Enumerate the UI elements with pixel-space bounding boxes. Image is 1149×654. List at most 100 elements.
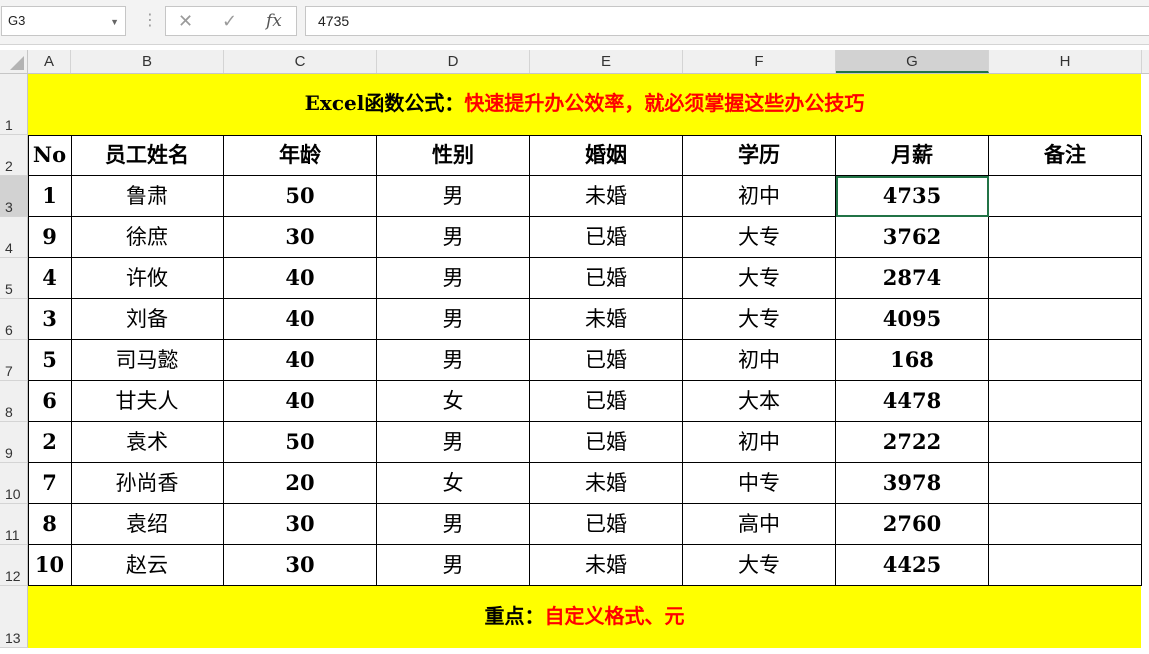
cell-name[interactable]: 鲁肃 [71,176,224,217]
select-all-button[interactable] [0,50,28,73]
cell-salary[interactable]: 2874 [836,258,989,299]
cell-remark[interactable] [989,299,1142,340]
cell-remark[interactable] [989,176,1142,217]
column-header-f[interactable]: F [683,50,836,73]
cell-marital[interactable]: 已婚 [530,340,683,381]
name-box[interactable]: G3 ▼ [1,6,126,36]
cell-no[interactable]: 6 [28,381,72,422]
cell-no[interactable]: 5 [28,340,72,381]
cell-education[interactable]: 中专 [683,463,836,504]
enter-icon[interactable]: ✓ [222,11,237,31]
cell-salary[interactable]: 4095 [836,299,989,340]
cell-education[interactable]: 大专 [683,545,836,586]
cell-remark[interactable] [989,504,1142,545]
cell-education[interactable]: 大专 [683,299,836,340]
formula-input[interactable]: 4735 [305,6,1149,36]
header-education[interactable]: 学历 [683,135,836,176]
column-header-a[interactable]: A [28,50,71,73]
cell-age[interactable]: 30 [224,217,377,258]
cell-name[interactable]: 许攸 [71,258,224,299]
cell-name[interactable]: 司马懿 [71,340,224,381]
cell-no[interactable]: 10 [28,545,72,586]
row-header-5[interactable]: 5 [0,258,28,299]
header-salary[interactable]: 月薪 [836,135,989,176]
column-header-b[interactable]: B [71,50,224,73]
cell-age[interactable]: 40 [224,258,377,299]
cell-age[interactable]: 40 [224,381,377,422]
cell-name[interactable]: 甘夫人 [71,381,224,422]
cell-salary[interactable]: 168 [836,340,989,381]
drag-handle-icon[interactable]: ⋮ [142,9,158,33]
cell-education[interactable]: 大专 [683,217,836,258]
cell-no[interactable]: 1 [28,176,72,217]
row-header-13[interactable]: 13 [0,586,28,648]
header-age[interactable]: 年龄 [224,135,377,176]
cell-name[interactable]: 袁绍 [71,504,224,545]
cell-salary[interactable]: 4478 [836,381,989,422]
cell-gender[interactable]: 男 [377,504,530,545]
cell-education[interactable]: 大专 [683,258,836,299]
cell-gender[interactable]: 男 [377,340,530,381]
row-header-3[interactable]: 3 [0,176,28,217]
row-header-6[interactable]: 6 [0,299,28,340]
cell-no[interactable]: 2 [28,422,72,463]
chevron-down-icon[interactable]: ▼ [110,17,119,27]
cell-gender[interactable]: 男 [377,545,530,586]
title-banner[interactable]: Excel函数公式：快速提升办公效率，就必须掌握这些办公技巧 [28,74,1141,135]
cell-marital[interactable]: 未婚 [530,176,683,217]
cell-age[interactable]: 40 [224,299,377,340]
cell-no[interactable]: 8 [28,504,72,545]
cell-marital[interactable]: 已婚 [530,258,683,299]
cell-age[interactable]: 30 [224,504,377,545]
column-header-e[interactable]: E [530,50,683,73]
cell-remark[interactable] [989,340,1142,381]
row-header-12[interactable]: 12 [0,545,28,586]
cell-gender[interactable]: 女 [377,381,530,422]
cell-remark[interactable] [989,258,1142,299]
cell-salary[interactable]: 4425 [836,545,989,586]
cell-age[interactable]: 50 [224,422,377,463]
row-header-9[interactable]: 9 [0,422,28,463]
cell-education[interactable]: 高中 [683,504,836,545]
cell-name[interactable]: 徐庶 [71,217,224,258]
cell-gender[interactable]: 男 [377,299,530,340]
cell-education[interactable]: 初中 [683,176,836,217]
row-header-11[interactable]: 11 [0,504,28,545]
column-header-d[interactable]: D [377,50,530,73]
header-name[interactable]: 员工姓名 [71,135,224,176]
cell-age[interactable]: 40 [224,340,377,381]
cell-gender[interactable]: 男 [377,176,530,217]
cell-gender[interactable]: 男 [377,258,530,299]
row-header-1[interactable]: 1 [0,74,28,135]
header-marital[interactable]: 婚姻 [530,135,683,176]
cell-no[interactable]: 3 [28,299,72,340]
cell-no[interactable]: 7 [28,463,72,504]
cell-no[interactable]: 9 [28,217,72,258]
cell-name[interactable]: 孙尚香 [71,463,224,504]
cell-name[interactable]: 刘备 [71,299,224,340]
column-header-g[interactable]: G [836,50,989,73]
cell-remark[interactable] [989,422,1142,463]
column-header-c[interactable]: C [224,50,377,73]
cell-marital[interactable]: 未婚 [530,463,683,504]
footer-banner[interactable]: 重点：自定义格式、元 [28,586,1141,648]
cell-education[interactable]: 大本 [683,381,836,422]
cell-marital[interactable]: 已婚 [530,422,683,463]
cancel-icon[interactable]: ✕ [178,11,193,31]
cell-remark[interactable] [989,381,1142,422]
row-header-2[interactable]: 2 [0,135,28,176]
cell-age[interactable]: 30 [224,545,377,586]
cell-salary[interactable]: 4735 [836,176,989,217]
cell-no[interactable]: 4 [28,258,72,299]
row-header-8[interactable]: 8 [0,381,28,422]
cell-marital[interactable]: 未婚 [530,299,683,340]
cell-name[interactable]: 袁术 [71,422,224,463]
cell-marital[interactable]: 未婚 [530,545,683,586]
cell-remark[interactable] [989,217,1142,258]
row-header-4[interactable]: 4 [0,217,28,258]
cell-salary[interactable]: 2722 [836,422,989,463]
column-header-h[interactable]: H [989,50,1142,73]
cell-gender[interactable]: 男 [377,217,530,258]
row-header-7[interactable]: 7 [0,340,28,381]
cell-marital[interactable]: 已婚 [530,381,683,422]
